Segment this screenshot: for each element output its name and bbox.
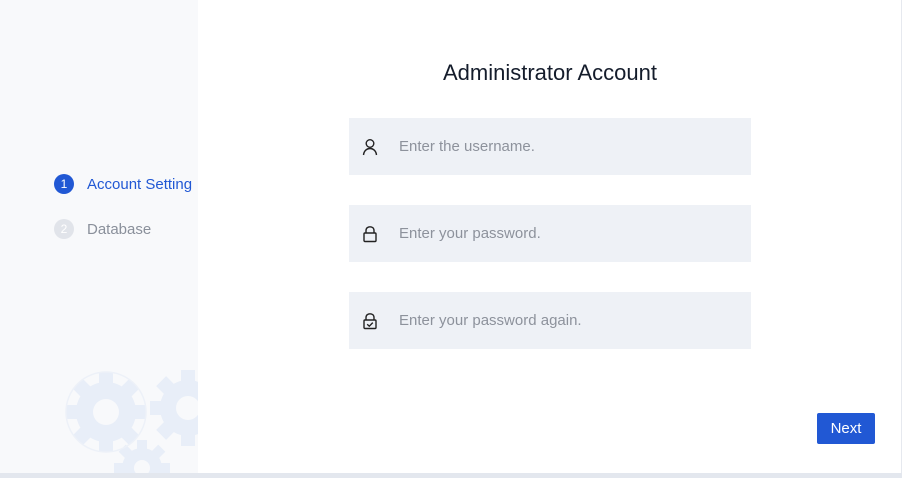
username-input[interactable] [397,117,751,176]
confirm-password-input[interactable] [397,291,751,350]
password-field [349,204,751,263]
confirm-password-field [349,291,751,350]
step-label: Account Setting [87,175,193,193]
username-field [349,117,751,176]
step-list: 1 Account Setting 2 Database [54,174,192,264]
lock-check-icon [362,312,378,330]
next-button[interactable]: Next [817,413,875,444]
step-database[interactable]: 2 Database [54,219,192,239]
page-title: Administrator Account [443,60,657,85]
lock-icon [362,225,378,243]
step-label: Database [87,220,152,238]
user-icon [362,138,378,156]
step-account-setting[interactable]: 1 Account Setting [54,174,192,194]
password-input[interactable] [397,204,751,263]
step-number: 2 [54,219,74,239]
sidebar: 1 Account Setting 2 Database [0,0,198,473]
gears-icon [65,370,198,473]
setup-window: 1 Account Setting 2 Database Administrat… [0,0,902,473]
step-number: 1 [54,174,74,194]
